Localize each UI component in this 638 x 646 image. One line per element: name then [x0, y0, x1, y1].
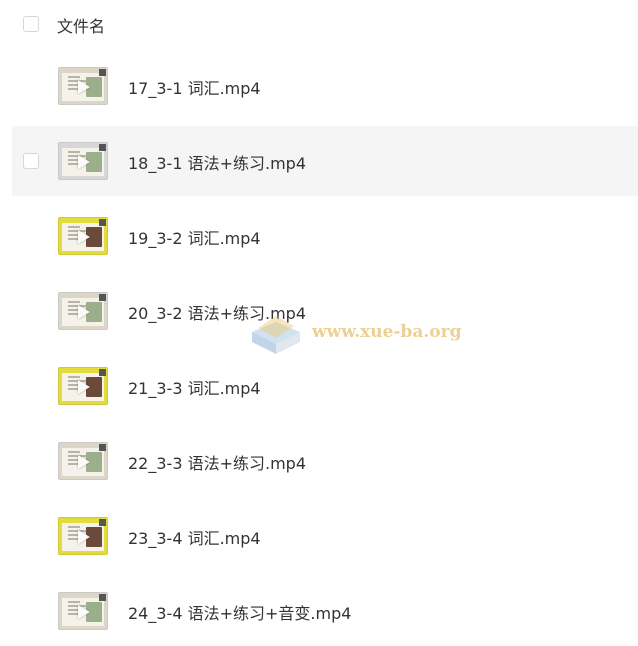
book-logo-icon — [252, 316, 300, 354]
play-icon — [78, 155, 90, 169]
thumbnail-text-line — [68, 459, 78, 461]
play-icon — [78, 80, 90, 94]
file-name[interactable]: 18_3-1 语法+练习.mp4 — [128, 150, 306, 174]
file-row[interactable]: 18_3-1 语法+练习.mp4 — [12, 126, 638, 196]
file-list-header: 文件名 — [0, 0, 638, 48]
thumbnail-text-line — [68, 526, 80, 528]
thumbnail-text-line — [68, 234, 78, 236]
file-row[interactable]: 22_3-3 语法+练习.mp4 — [12, 426, 638, 496]
video-thumbnail-icon[interactable] — [58, 592, 108, 630]
thumbnail-text-line — [68, 226, 80, 228]
thumbnail-text-line — [68, 301, 80, 303]
play-icon — [78, 455, 90, 469]
video-thumbnail-icon[interactable] — [58, 292, 108, 330]
thumbnail-corner-mark — [99, 219, 106, 226]
play-icon — [78, 530, 90, 544]
thumbnail-text-line — [68, 534, 78, 536]
video-thumbnail-icon[interactable] — [58, 442, 108, 480]
video-thumbnail-icon[interactable] — [58, 367, 108, 405]
thumbnail-corner-mark — [99, 294, 106, 301]
thumbnail-corner-mark — [99, 594, 106, 601]
thumbnail-text-line — [68, 451, 80, 453]
file-row-checkbox[interactable] — [23, 153, 39, 169]
file-name[interactable]: 19_3-2 词汇.mp4 — [128, 225, 261, 249]
column-header-filename[interactable]: 文件名 — [57, 13, 105, 37]
watermark-text: www.xue-ba.org — [312, 322, 462, 342]
thumbnail-text-line — [68, 84, 78, 86]
video-thumbnail-icon[interactable] — [58, 517, 108, 555]
video-thumbnail-icon[interactable] — [58, 67, 108, 105]
play-icon — [78, 230, 90, 244]
thumbnail-text-line — [68, 384, 78, 386]
file-name[interactable]: 21_3-3 词汇.mp4 — [128, 375, 261, 399]
play-icon — [78, 605, 90, 619]
thumbnail-text-line — [68, 76, 80, 78]
thumbnail-corner-mark — [99, 69, 106, 76]
file-row[interactable]: 17_3-1 词汇.mp4 — [12, 51, 638, 121]
thumbnail-text-line — [68, 309, 78, 311]
file-name[interactable]: 22_3-3 语法+练习.mp4 — [128, 450, 306, 474]
watermark: www.xue-ba.org — [248, 306, 462, 366]
file-row[interactable]: 23_3-4 词汇.mp4 — [12, 501, 638, 571]
video-thumbnail-icon[interactable] — [58, 217, 108, 255]
thumbnail-text-line — [68, 151, 80, 153]
file-name[interactable]: 24_3-4 语法+练习+音变.mp4 — [128, 600, 351, 624]
thumbnail-text-line — [68, 376, 80, 378]
thumbnail-corner-mark — [99, 444, 106, 451]
thumbnail-text-line — [68, 159, 78, 161]
play-icon — [78, 305, 90, 319]
thumbnail-corner-mark — [99, 144, 106, 151]
select-all-checkbox[interactable] — [23, 16, 39, 32]
play-icon — [78, 380, 90, 394]
thumbnail-text-line — [68, 609, 78, 611]
thumbnail-corner-mark — [99, 369, 106, 376]
thumbnail-corner-mark — [99, 519, 106, 526]
file-row[interactable]: 24_3-4 语法+练习+音变.mp4 — [12, 576, 638, 646]
file-name[interactable]: 17_3-1 词汇.mp4 — [128, 75, 261, 99]
thumbnail-text-line — [68, 601, 80, 603]
file-name[interactable]: 23_3-4 词汇.mp4 — [128, 525, 261, 549]
file-row[interactable]: 19_3-2 词汇.mp4 — [12, 201, 638, 271]
video-thumbnail-icon[interactable] — [58, 142, 108, 180]
